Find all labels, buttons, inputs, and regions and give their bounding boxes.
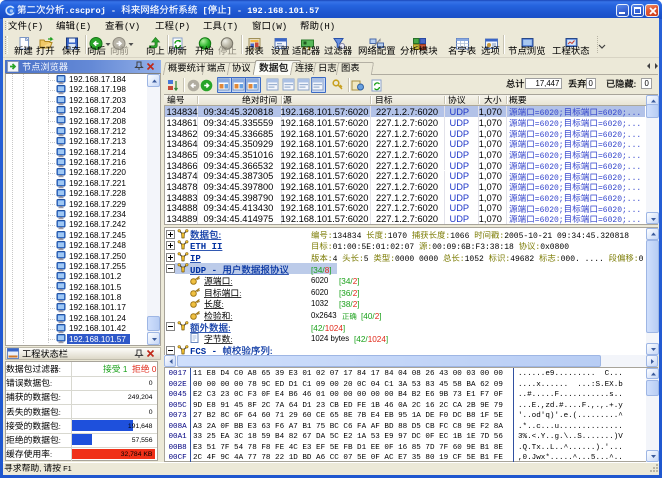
svg-text:]: ]: [343, 324, 345, 333]
svg-text:]: ]: [379, 312, 381, 321]
svg-text:[: [: [197, 6, 207, 16]
svg-text::: :: [59, 365, 61, 374]
svg-text:=6020;...: =6020;...: [598, 216, 641, 225]
svg-text:F1: F1: [61, 464, 72, 473]
svg-text::: :: [59, 408, 61, 417]
svg-text:(E): (E): [75, 22, 91, 32]
svg-text:(T): (T): [222, 22, 238, 32]
svg-text:[42/: [42/: [311, 324, 325, 333]
svg-text:=6020;: =6020;: [534, 216, 563, 225]
svg-text:(F): (F): [27, 22, 43, 32]
svg-text::: :: [59, 422, 61, 431]
svg-text::: :: [50, 450, 52, 459]
svg-text:49682: 49682: [510, 255, 539, 264]
svg-text:0: 0: [150, 365, 157, 374]
svg-text:(P): (P): [174, 22, 190, 32]
svg-text:[40/: [40/: [361, 312, 375, 321]
svg-text:(V): (V): [124, 22, 140, 32]
svg-text:5: 5: [364, 255, 374, 264]
svg-text:(W): (W): [271, 22, 287, 32]
svg-text::: :: [59, 393, 61, 402]
svg-text:[34/: [34/: [311, 266, 325, 275]
svg-text:1024: 1024: [325, 324, 344, 333]
svg-text:1024: 1024: [368, 335, 387, 344]
svg-text::: :: [239, 289, 241, 298]
svg-text::: :: [634, 80, 637, 89]
svg-text::: :: [50, 379, 52, 388]
svg-text:(H): (H): [319, 22, 335, 32]
svg-text:0000 0000: 0000 0000: [395, 255, 443, 264]
svg-text:.cscproj -: .cscproj -: [65, 6, 122, 16]
svg-text:] - 192.168.101.57: ] - 192.168.101.57: [227, 6, 320, 16]
svg-text:,: ,: [39, 464, 43, 473]
svg-text:]: ]: [329, 266, 331, 275]
svg-text:]: ]: [386, 335, 388, 344]
svg-text:000. ....: 000. ....: [561, 255, 609, 264]
svg-text:1: 1: [121, 365, 132, 374]
svg-text::: :: [59, 436, 61, 445]
svg-text:1052: 1052: [465, 255, 489, 264]
svg-text:[42/: [42/: [354, 335, 368, 344]
